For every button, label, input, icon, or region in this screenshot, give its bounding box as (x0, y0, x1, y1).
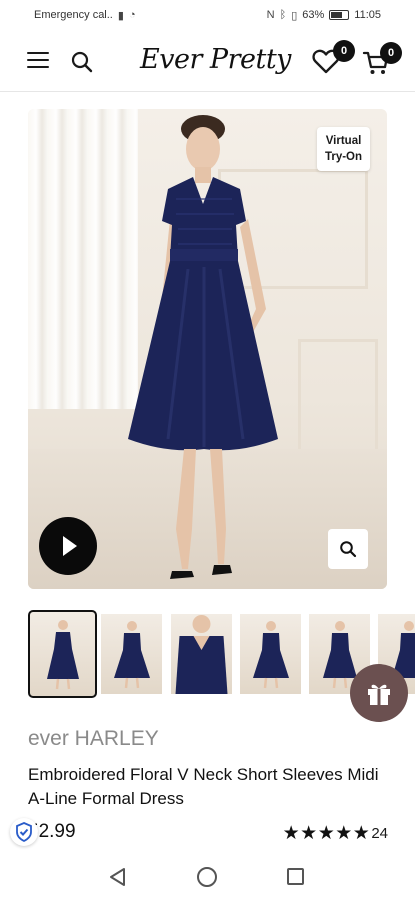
thumbnail-4[interactable] (240, 614, 301, 694)
carrier-text: Emergency cal.. (34, 9, 113, 21)
shield-check-icon[interactable] (10, 818, 38, 846)
review-count: 24 (371, 825, 388, 842)
product-main-image[interactable]: Virtual Try-On (28, 109, 387, 589)
product-brand[interactable]: ever HARLEY (28, 727, 159, 751)
clock: 11:05 (354, 9, 381, 21)
thumbnail-3[interactable] (171, 614, 232, 694)
play-icon[interactable] (39, 517, 97, 575)
menu-icon[interactable] (27, 52, 49, 70)
system-nav-bar (0, 855, 415, 900)
thumbnail-1[interactable] (28, 610, 97, 698)
try-on-label-line2: Try-On (324, 151, 363, 163)
battery-icon (329, 10, 350, 20)
battery-percent: 63% (302, 9, 325, 21)
brand-logo[interactable]: Ever Pretty (140, 44, 291, 78)
product-rating[interactable]: ★★★★★ 24 (283, 822, 388, 845)
back-icon[interactable] (108, 867, 128, 887)
app-header: Ever Pretty 0 0 (0, 30, 415, 92)
nfc-icon: N (266, 9, 275, 21)
thumbnail-2[interactable] (101, 614, 162, 694)
status-bar: Emergency cal.. ▮ ◔ N ᛒ ▯ 63% 11:05 (0, 0, 415, 30)
wishlist-count-badge: 0 (333, 40, 355, 62)
search-icon[interactable] (70, 50, 94, 74)
recent-apps-icon[interactable] (287, 868, 304, 885)
zoom-icon[interactable] (328, 529, 368, 569)
home-icon[interactable] (197, 867, 217, 887)
vibrate-icon: ▯ (291, 9, 298, 22)
gift-icon[interactable] (350, 664, 408, 722)
product-title: Embroidered Floral V Neck Short Sleeves … (28, 765, 379, 808)
try-on-label-line1: Virtual (325, 135, 362, 147)
signal-icon: ▮ (117, 9, 124, 22)
rating-stars-icon: ★★★★★ (282, 823, 371, 844)
bluetooth-icon: ᛒ (279, 9, 287, 21)
price-rating-row: 52.99 ★★★★★ 24 (10, 818, 388, 848)
virtual-try-on-button[interactable]: Virtual Try-On (317, 127, 370, 171)
cart-count-badge: 0 (380, 42, 402, 64)
model-in-dress-illustration (128, 115, 278, 579)
wifi-icon: ◔ (128, 9, 136, 21)
